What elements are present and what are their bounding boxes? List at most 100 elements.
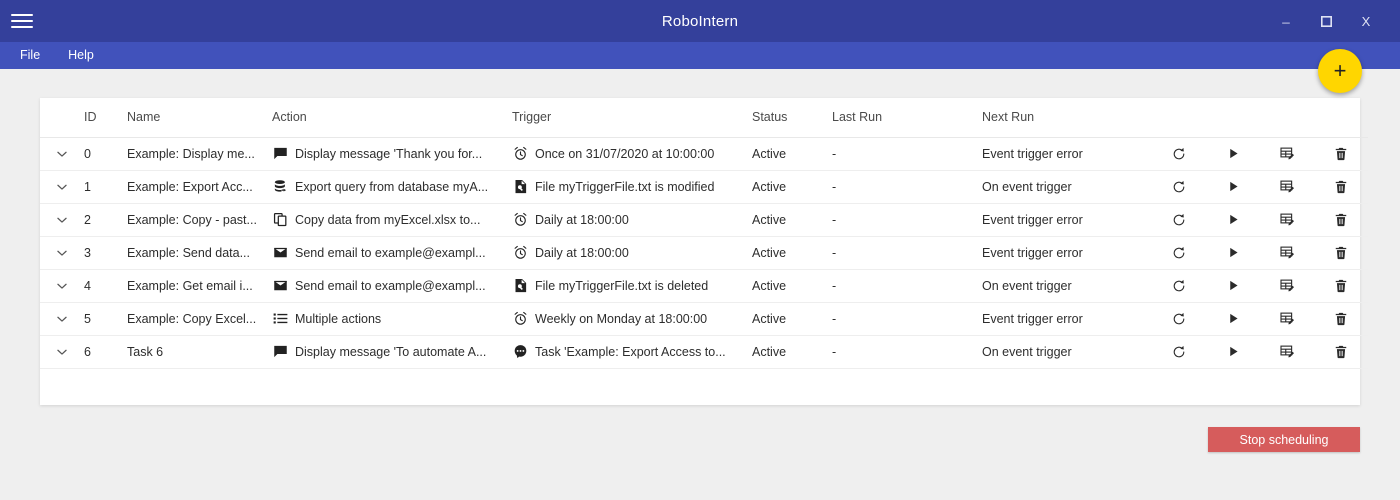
cell-action: Export query from database myA...	[295, 179, 489, 194]
email-icon	[272, 245, 288, 261]
refresh-icon[interactable]	[1152, 246, 1206, 260]
cell-last-run: -	[832, 146, 837, 161]
cell-next-run: Event trigger error	[982, 311, 1083, 326]
table-header: ID Name Action Trigger Status Last Run N…	[40, 98, 1368, 138]
expand-row-chevron-down-icon[interactable]	[40, 312, 84, 326]
cell-action: Display message 'Thank you for...	[295, 146, 483, 161]
play-icon[interactable]	[1206, 345, 1260, 358]
cell-trigger: Once on 31/07/2020 at 10:00:00	[535, 146, 715, 161]
delete-icon[interactable]	[1314, 147, 1368, 161]
expand-row-chevron-down-icon[interactable]	[40, 345, 84, 359]
cell-name: Example: Get email i...	[127, 278, 253, 293]
cell-name: Example: Copy Excel...	[127, 311, 257, 326]
edit-table-icon[interactable]	[1260, 245, 1314, 260]
delete-icon[interactable]	[1314, 279, 1368, 293]
expand-row-chevron-down-icon[interactable]	[40, 147, 84, 161]
cell-action: Send email to example@exampl...	[295, 278, 486, 293]
expand-row-chevron-down-icon[interactable]	[40, 180, 84, 194]
table-row[interactable]: 2 Example: Copy - past... Copy data from m…	[40, 203, 1368, 237]
expand-row-chevron-down-icon[interactable]	[40, 279, 84, 293]
cell-last-run: -	[832, 245, 837, 260]
list-icon	[272, 311, 288, 327]
message-icon	[272, 146, 288, 162]
refresh-icon[interactable]	[1152, 279, 1206, 293]
alarm-clock-icon	[512, 212, 528, 228]
expand-row-chevron-down-icon[interactable]	[40, 213, 84, 227]
status-badge: Active	[752, 179, 787, 194]
application-window: RoboIntern _ X File Help + ID Name Actio…	[0, 0, 1400, 500]
edit-table-icon[interactable]	[1260, 278, 1314, 293]
cell-id: 5	[84, 311, 91, 326]
edit-table-icon[interactable]	[1260, 344, 1314, 359]
copy-icon	[272, 212, 288, 228]
cell-name: Example: Export Acc...	[127, 179, 253, 194]
refresh-icon[interactable]	[1152, 312, 1206, 326]
refresh-icon[interactable]	[1152, 213, 1206, 227]
cell-next-run: Event trigger error	[982, 212, 1083, 227]
cell-trigger: Task 'Example: Export Access to...	[535, 344, 726, 359]
hamburger-menu-icon[interactable]	[0, 0, 44, 42]
table-row[interactable]: 4 Example: Get email i... Send email to ex…	[40, 269, 1368, 303]
menu-bar: File Help	[0, 42, 1400, 69]
table-row[interactable]: 6 Task 6 Display message 'To automate A...…	[40, 335, 1368, 369]
stop-scheduling-button[interactable]: Stop scheduling	[1208, 427, 1360, 452]
delete-icon[interactable]	[1314, 246, 1368, 260]
play-icon[interactable]	[1206, 279, 1260, 292]
cell-id: 6	[84, 344, 91, 359]
refresh-icon[interactable]	[1152, 345, 1206, 359]
cell-name: Task 6	[127, 344, 164, 359]
cell-id: 1	[84, 179, 91, 194]
hamburger-line	[11, 26, 33, 28]
play-icon[interactable]	[1206, 312, 1260, 325]
column-header-name[interactable]: Name	[127, 98, 272, 138]
status-badge: Active	[752, 245, 787, 260]
cell-trigger: Daily at 18:00:00	[535, 245, 629, 260]
table-body: 0 Example: Display me... Display message '…	[40, 137, 1368, 369]
cell-name: Example: Send data...	[127, 245, 250, 260]
alarm-clock-icon	[512, 146, 528, 162]
column-header-id[interactable]: ID	[84, 98, 127, 138]
edit-table-icon[interactable]	[1260, 212, 1314, 227]
table-row[interactable]: 5 Example: Copy Excel... Multiple actions W…	[40, 302, 1368, 336]
column-header-trigger[interactable]: Trigger	[512, 98, 752, 138]
menu-item-help[interactable]: Help	[54, 42, 108, 69]
delete-icon[interactable]	[1314, 213, 1368, 227]
expand-row-chevron-down-icon[interactable]	[40, 246, 84, 260]
close-button[interactable]: X	[1346, 0, 1386, 42]
cell-last-run: -	[832, 212, 837, 227]
table-row[interactable]: 0 Example: Display me... Display message '…	[40, 137, 1368, 171]
refresh-icon[interactable]	[1152, 147, 1206, 161]
edit-table-icon[interactable]	[1260, 179, 1314, 194]
column-header-next-run[interactable]: Next Run	[982, 98, 1368, 138]
database-icon	[272, 179, 288, 195]
hamburger-line	[11, 14, 33, 16]
delete-icon[interactable]	[1314, 312, 1368, 326]
add-task-button[interactable]: +	[1318, 49, 1362, 93]
play-icon[interactable]	[1206, 213, 1260, 226]
table-row[interactable]: 3 Example: Send data... Send email to exam…	[40, 236, 1368, 270]
play-icon[interactable]	[1206, 246, 1260, 259]
cell-next-run: On event trigger	[982, 344, 1072, 359]
cell-name: Example: Copy - past...	[127, 212, 257, 227]
alarm-clock-icon	[512, 245, 528, 261]
cell-id: 2	[84, 212, 91, 227]
task-bubble-icon	[512, 344, 528, 360]
menu-item-file[interactable]: File	[6, 42, 54, 69]
table-header-row: ID Name Action Trigger Status Last Run N…	[40, 98, 1368, 138]
play-icon[interactable]	[1206, 147, 1260, 160]
edit-table-icon[interactable]	[1260, 146, 1314, 161]
column-header-last-run[interactable]: Last Run	[832, 98, 982, 138]
table-row[interactable]: 1 Example: Export Acc... Export query from…	[40, 170, 1368, 204]
minimize-button[interactable]: _	[1266, 0, 1306, 42]
delete-icon[interactable]	[1314, 180, 1368, 194]
column-header-status[interactable]: Status	[752, 98, 832, 138]
play-icon[interactable]	[1206, 180, 1260, 193]
cell-last-run: -	[832, 179, 837, 194]
maximize-button[interactable]	[1306, 0, 1346, 42]
cell-next-run: Event trigger error	[982, 146, 1083, 161]
column-header-action[interactable]: Action	[272, 98, 512, 138]
refresh-icon[interactable]	[1152, 180, 1206, 194]
delete-icon[interactable]	[1314, 345, 1368, 359]
edit-table-icon[interactable]	[1260, 311, 1314, 326]
message-icon	[272, 344, 288, 360]
